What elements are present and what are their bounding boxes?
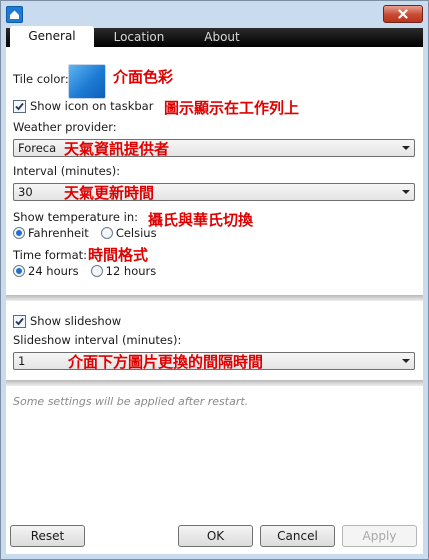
show-icon-checkbox[interactable] [13, 99, 26, 113]
time-format-annotation: 時間格式 [88, 246, 149, 264]
cancel-button[interactable]: Cancel [260, 525, 335, 547]
12-hours-label[interactable]: 12 hours [106, 264, 157, 278]
12-hours-radio[interactable] [90, 265, 103, 277]
slideshow-interval-value: 1 [18, 354, 26, 368]
tile-color-label: Tile color: [13, 72, 69, 86]
show-icon-row[interactable]: Show icon on taskbar [13, 99, 153, 113]
celsius-label[interactable]: Celsius [116, 226, 157, 240]
show-icon-label: Show icon on taskbar [30, 99, 154, 113]
tab-strip: General Location About [6, 26, 423, 47]
ok-button[interactable]: OK [178, 525, 253, 547]
section-divider [6, 380, 423, 386]
fahrenheit-label[interactable]: Fahrenheit [28, 226, 89, 240]
show-icon-annotation: 圖示顯示在工作列上 [164, 99, 300, 117]
tile-color-annotation: 介面色彩 [113, 68, 174, 86]
tab-location[interactable]: Location [98, 28, 180, 47]
show-slideshow-label: Show slideshow [30, 314, 122, 328]
show-slideshow-checkbox[interactable] [13, 314, 26, 328]
weather-provider-value: Foreca [18, 141, 57, 155]
weather-provider-annotation: 天氣資訊提供者 [64, 140, 170, 158]
tab-general[interactable]: General [10, 26, 94, 47]
time-format-options: 24 hours 12 hours [13, 264, 156, 278]
show-slideshow-row[interactable]: Show slideshow [13, 314, 121, 328]
restart-note: Some settings will be applied after rest… [13, 395, 249, 408]
reset-button[interactable]: Reset [10, 525, 85, 547]
tile-color-swatch[interactable] [68, 64, 106, 99]
settings-window: General Location About Tile color: 介面色彩 … [0, 0, 429, 560]
celsius-radio[interactable] [100, 227, 113, 239]
interval-value: 30 [18, 185, 33, 199]
chevron-down-icon [402, 146, 410, 150]
apply-button[interactable]: Apply [342, 525, 417, 547]
title-bar [1, 1, 428, 27]
time-format-label: Time format: [13, 248, 88, 262]
chevron-down-icon [402, 190, 410, 194]
chevron-down-icon [402, 359, 410, 363]
interval-annotation: 天氣更新時間 [64, 184, 155, 202]
close-button[interactable] [383, 5, 423, 23]
weather-provider-label: Weather provider: [13, 120, 117, 134]
temperature-annotation: 攝氏與華氏切換 [148, 211, 254, 229]
general-panel: Tile color: 介面色彩 Show icon on taskbar 圖示… [6, 47, 423, 554]
slideshow-interval-annotation: 介面下方圖片更換的間隔時間 [68, 353, 264, 371]
section-divider [6, 295, 423, 301]
checkmark-icon [15, 102, 24, 110]
home-icon [6, 6, 23, 23]
24-hours-radio[interactable] [13, 265, 25, 277]
checkmark-icon [15, 317, 24, 325]
temperature-options: Fahrenheit Celsius [13, 226, 157, 240]
interval-label: Interval (minutes): [13, 164, 121, 178]
slideshow-interval-label: Slideshow interval (minutes): [13, 333, 182, 347]
fahrenheit-radio[interactable] [13, 227, 25, 239]
24-hours-label[interactable]: 24 hours [28, 264, 79, 278]
tab-about[interactable]: About [182, 28, 262, 47]
temperature-label: Show temperature in: [13, 210, 138, 224]
close-x-icon [398, 9, 408, 19]
